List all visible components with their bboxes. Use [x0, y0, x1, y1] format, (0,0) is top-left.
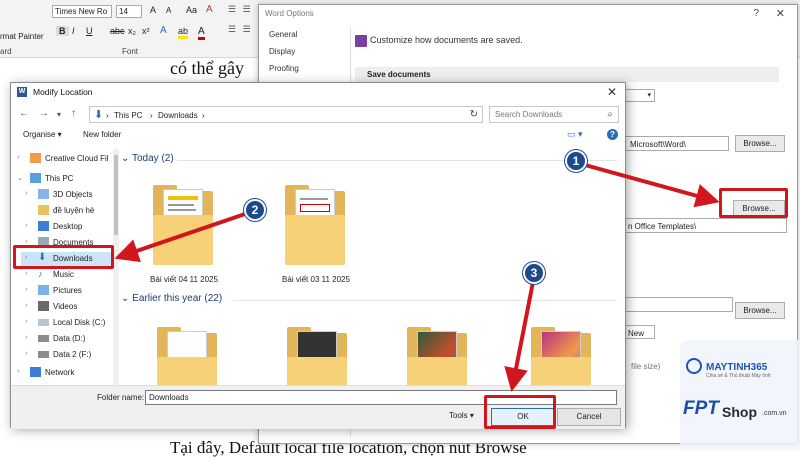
step-badge-3: 3: [523, 262, 545, 284]
fpt-logo: FPT: [683, 398, 719, 419]
step-badge-2: 2: [244, 199, 266, 221]
maytinh365-logo-icon: [686, 358, 702, 374]
shop-logo: Shop: [722, 404, 757, 420]
step-badge-1: 1: [565, 150, 587, 172]
shop-domain: .com.vn: [762, 410, 787, 417]
maytinh365-brand: MAYTINH365: [706, 362, 768, 373]
watermark-bg: [680, 340, 800, 450]
maytinh365-tagline: Chia sẻ & Thủ thuật Máy tính: [706, 373, 771, 379]
arrow-to-downloads: [114, 212, 246, 263]
arrow-to-ok: [504, 281, 535, 392]
arrow-to-browse: [584, 163, 720, 208]
watermark: MAYTINH365 Chia sẻ & Thủ thuật Máy tính …: [680, 340, 800, 450]
